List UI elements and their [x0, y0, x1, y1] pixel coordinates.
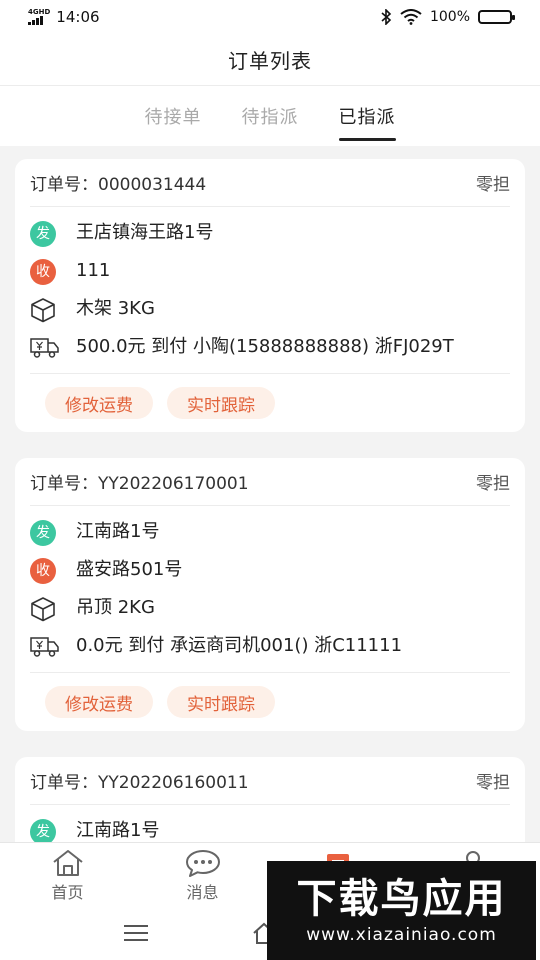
home-icon [52, 850, 83, 876]
order-type: 零担 [476, 773, 510, 793]
menu-icon[interactable] [123, 924, 149, 942]
status-bar: 4GHD 14:06 100% [0, 0, 540, 34]
tab-pending-accept[interactable]: 待接单 [145, 97, 202, 135]
sender-row: 发 江南路1号 [30, 813, 510, 842]
order-list[interactable]: 订单号：0000031444 零担 发 王店镇海王路1号 收 111 木架 3K… [0, 146, 540, 842]
track-button[interactable]: 实时跟踪 [167, 686, 275, 718]
tab-pending-assign[interactable]: 待指派 [242, 97, 299, 135]
network-indicator: 4GHD [28, 9, 50, 25]
edit-freight-button[interactable]: 修改运费 [45, 686, 153, 718]
tab-home-label: 首页 [51, 883, 84, 902]
order-card[interactable]: 订单号：YY202206160011 零担 发 江南路1号 [15, 757, 525, 842]
send-badge: 发 [30, 520, 56, 546]
tab-messages[interactable]: 消息 [135, 843, 270, 904]
order-status-tabs: 待接单 待指派 已指派 [0, 86, 540, 146]
goods-info: 木架 3KG [76, 298, 155, 319]
battery-icon [478, 10, 515, 24]
receiver-row: 收 盛安路501号 [30, 552, 510, 590]
page-title: 订单列表 [228, 49, 312, 73]
freight-row: 500.0元 到付 小陶(15888888888) 浙FJ029T [30, 329, 510, 367]
watermark-url: www.xiazainiao.com [306, 924, 497, 945]
receive-badge: 收 [30, 259, 56, 285]
send-badge: 发 [30, 819, 56, 842]
bluetooth-icon [381, 9, 392, 25]
order-card-header: 订单号：YY202206160011 零担 [30, 757, 510, 805]
sender-row: 发 王店镇海王路1号 [30, 215, 510, 253]
freight-info: 500.0元 到付 小陶(15888888888) 浙FJ029T [76, 336, 454, 357]
order-number: 订单号：YY202206170001 [30, 474, 249, 494]
track-button[interactable]: 实时跟踪 [167, 387, 275, 419]
order-type: 零担 [476, 175, 510, 195]
truck-icon [30, 637, 59, 657]
network-type: 4GHD [28, 8, 51, 16]
order-number: 订单号：0000031444 [30, 175, 207, 195]
nav-bar: 订单列表 [0, 34, 540, 86]
order-card[interactable]: 订单号：YY202206170001 零担 发 江南路1号 收 盛安路501号 … [15, 458, 525, 731]
wifi-icon [400, 9, 422, 25]
receiver-row: 收 111 [30, 253, 510, 291]
freight-info: 0.0元 到付 承运商司机001() 浙C11111 [76, 635, 403, 656]
edit-freight-button[interactable]: 修改运费 [45, 387, 153, 419]
receiver-address: 111 [76, 260, 111, 281]
watermark-logo: 下载鸟应用 www.xiazainiao.com [267, 861, 536, 960]
sender-address: 江南路1号 [76, 521, 160, 542]
tab-messages-label: 消息 [186, 883, 219, 902]
tab-assigned[interactable]: 已指派 [338, 97, 396, 141]
receive-badge: 收 [30, 558, 56, 584]
truck-icon [30, 338, 59, 358]
package-icon [31, 298, 55, 323]
goods-info: 吊顶 2KG [76, 597, 155, 618]
order-actions: 修改运费 实时跟踪 [30, 673, 510, 731]
goods-row: 吊顶 2KG [30, 590, 510, 628]
clock: 14:06 [56, 8, 100, 26]
send-badge: 发 [30, 221, 56, 247]
receiver-address: 盛安路501号 [76, 559, 183, 580]
order-number: 订单号：YY202206160011 [30, 773, 249, 793]
order-details: 发 江南路1号 收 盛安路501号 吊顶 2KG 0.0元 到付 承运商司机00… [30, 506, 510, 673]
signal-icon [28, 16, 43, 25]
tab-home[interactable]: 首页 [0, 843, 135, 904]
order-details: 发 江南路1号 [30, 805, 510, 842]
freight-row: 0.0元 到付 承运商司机001() 浙C11111 [30, 628, 510, 666]
order-card-header: 订单号：0000031444 零担 [30, 159, 510, 207]
sender-address: 江南路1号 [76, 820, 160, 841]
sender-address: 王店镇海王路1号 [76, 222, 214, 243]
goods-row: 木架 3KG [30, 291, 510, 329]
order-card[interactable]: 订单号：0000031444 零担 发 王店镇海王路1号 收 111 木架 3K… [15, 159, 525, 432]
order-actions: 修改运费 实时跟踪 [30, 374, 510, 432]
message-icon [185, 850, 220, 877]
package-icon [31, 597, 55, 622]
order-type: 零担 [476, 474, 510, 494]
order-details: 发 王店镇海王路1号 收 111 木架 3KG 500.0元 到付 小陶(158… [30, 207, 510, 374]
watermark-title: 下载鸟应用 [296, 875, 507, 922]
sender-row: 发 江南路1号 [30, 514, 510, 552]
battery-percent: 100% [429, 9, 470, 25]
order-card-header: 订单号：YY202206170001 零担 [30, 458, 510, 506]
